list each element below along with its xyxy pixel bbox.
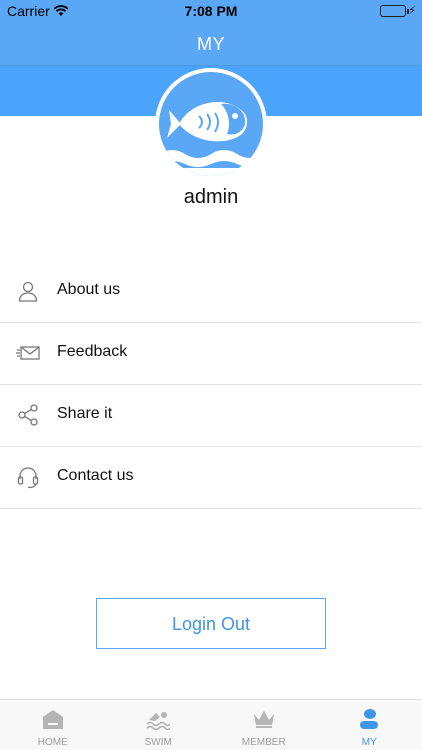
crown-icon [252,708,276,730]
menu-item-share[interactable]: Share it [0,385,422,447]
status-bar: Carrier 7:08 PM ⚡ [0,0,422,22]
tab-label: SWIM [144,737,172,748]
fish-logo-icon [159,72,263,176]
menu-item-feedback[interactable]: Feedback [0,323,422,385]
status-time: 7:08 PM [184,3,238,19]
page-title: MY [197,34,225,54]
user-icon [16,279,40,303]
tab-label: MEMBER [241,737,286,748]
settings-menu: About us Feedback Share it Contact us [0,261,422,509]
tab-member[interactable]: MEMBER [211,700,317,750]
tab-swim[interactable]: SWIM [106,700,212,750]
profile-username: admin [183,186,239,208]
menu-item-label: Feedback [57,343,128,360]
charging-icon: ⚡ [408,5,416,17]
tab-home[interactable]: HOME [0,700,106,750]
swim-icon [146,708,171,731]
menu-item-about-us[interactable]: About us [0,261,422,323]
person-icon [357,708,381,730]
logout-button[interactable]: Login Out [96,598,326,649]
avatar[interactable] [155,68,267,180]
home-icon [41,708,65,730]
mail-icon [16,341,40,365]
tab-label: HOME [37,737,68,748]
menu-item-contact-us[interactable]: Contact us [0,447,422,509]
tab-bar: HOME SWIM MEMBER MY [0,699,422,750]
tab-label: MY [361,737,377,748]
navigation-bar: MY [0,22,422,66]
tab-my[interactable]: MY [317,700,422,750]
menu-item-label: About us [57,281,121,298]
share-icon [16,403,40,427]
menu-item-label: Contact us [57,467,134,484]
battery-icon [380,5,409,17]
headset-icon [16,465,40,489]
menu-item-label: Share it [57,405,113,422]
